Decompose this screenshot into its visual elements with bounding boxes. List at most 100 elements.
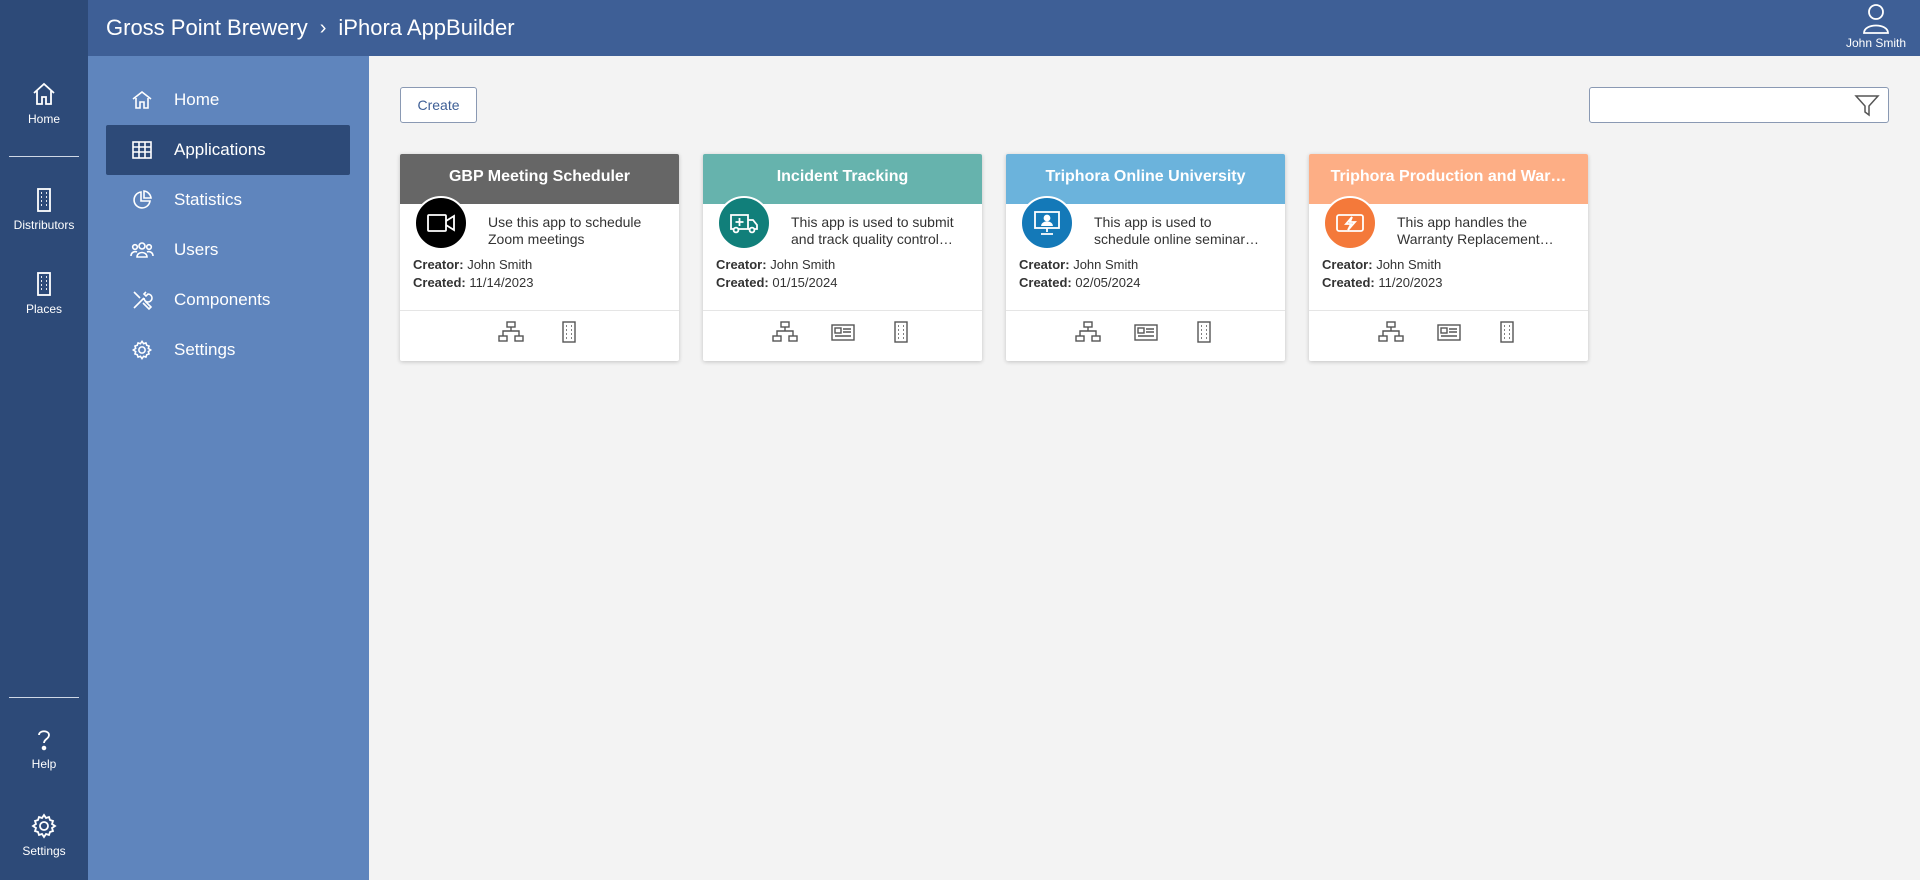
- network-icon[interactable]: [771, 320, 799, 344]
- nav-item-components[interactable]: Components: [106, 275, 350, 325]
- created-value: 01/15/2024: [772, 275, 838, 290]
- newspaper-icon[interactable]: [829, 320, 857, 344]
- nav-item-label: Statistics: [174, 190, 243, 209]
- nav-item-label: Applications: [174, 140, 266, 159]
- user-menu[interactable]: John Smith: [1840, 2, 1912, 52]
- network-icon[interactable]: [1074, 320, 1102, 344]
- nav-item-label: Components: [174, 290, 271, 309]
- nav-item-statistics[interactable]: Statistics: [106, 175, 350, 225]
- breadcrumb-org[interactable]: Gross Point Brewery: [106, 15, 308, 41]
- creator-value: John Smith: [1376, 257, 1442, 272]
- card-description: This app handles the Warranty Replacemen…: [1397, 214, 1575, 248]
- card-actions: [703, 320, 982, 346]
- created-label: Created:: [716, 275, 769, 290]
- nav-item-home[interactable]: Home: [106, 75, 350, 125]
- nav-item-label: Home: [174, 90, 220, 109]
- card-avatar: [1020, 196, 1074, 250]
- newspaper-icon[interactable]: [1132, 320, 1160, 344]
- video-camera-icon: [427, 214, 455, 232]
- building-icon: [37, 272, 51, 296]
- card-description-line: Zoom meetings: [488, 231, 585, 247]
- lightning-icon: [1336, 214, 1364, 232]
- building-icon[interactable]: [1190, 320, 1218, 344]
- home-icon: [132, 90, 152, 109]
- app-card[interactable]: GBP Meeting Scheduler Use this app to sc…: [400, 154, 679, 361]
- card-description-line: Warranty Replacement…: [1397, 231, 1554, 247]
- card-actions: [400, 320, 679, 346]
- breadcrumb: Gross Point Brewery › iPhora AppBuilder: [106, 15, 515, 41]
- monitor-user-icon: [1034, 211, 1060, 235]
- card-description-line: This app handles the: [1397, 214, 1527, 230]
- gear-icon: [131, 339, 153, 361]
- breadcrumb-app[interactable]: iPhora AppBuilder: [338, 15, 514, 41]
- card-avatar: [414, 196, 468, 250]
- app-card[interactable]: Incident Tracking This app is used to su…: [703, 154, 982, 361]
- card-description: This app is used to submit and track qua…: [791, 214, 969, 248]
- breadcrumb-separator: ›: [319, 16, 327, 39]
- top-header: Gross Point Brewery › iPhora AppBuilder …: [88, 0, 1920, 56]
- card-meta: Creator: John Smith Created: 02/05/2024: [1019, 256, 1140, 292]
- card-avatar: [1323, 196, 1377, 250]
- nav-item-label: Users: [174, 240, 219, 259]
- building-icon[interactable]: [887, 320, 915, 344]
- card-actions: [1006, 320, 1285, 346]
- rail-divider: [9, 156, 79, 157]
- rail-item-label: Help: [31, 757, 57, 771]
- rail-item-label: Home: [27, 112, 60, 126]
- card-actions: [1309, 320, 1588, 346]
- creator-value: John Smith: [1073, 257, 1139, 272]
- rail-item-settings[interactable]: Settings: [0, 812, 88, 860]
- rail-item-label: Places: [25, 302, 63, 316]
- rail-item-label: Settings: [22, 844, 66, 858]
- card-divider: [400, 310, 679, 311]
- creator-label: Creator:: [413, 257, 464, 272]
- creator-value: John Smith: [467, 257, 533, 272]
- card-description-line: schedule online seminar…: [1094, 231, 1259, 247]
- card-description-line: and track quality control…: [791, 231, 953, 247]
- search-input[interactable]: [1598, 94, 1848, 116]
- card-meta: Creator: John Smith Created: 11/20/2023: [1322, 256, 1442, 292]
- rail-item-places[interactable]: Places: [0, 270, 88, 318]
- tools-icon: [133, 291, 153, 311]
- rail-item-distributors[interactable]: Distributors: [0, 186, 88, 234]
- card-description: This app is used to schedule online semi…: [1094, 214, 1272, 248]
- user-name: John Smith: [1845, 36, 1907, 50]
- main-content: Create GBP Meeting Scheduler Use this ap…: [369, 56, 1920, 880]
- creator-label: Creator:: [1019, 257, 1070, 272]
- rail-item-help[interactable]: Help: [0, 725, 88, 773]
- gear-icon: [31, 813, 57, 839]
- card-divider: [1309, 310, 1588, 311]
- card-meta: Creator: John Smith Created: 11/14/2023: [413, 256, 533, 292]
- pie-chart-icon: [133, 190, 152, 209]
- create-button[interactable]: Create: [400, 87, 477, 123]
- rail-divider: [9, 697, 79, 698]
- creator-value: John Smith: [770, 257, 836, 272]
- created-label: Created:: [1322, 275, 1375, 290]
- card-divider: [1006, 310, 1285, 311]
- network-icon[interactable]: [1377, 320, 1405, 344]
- building-icon: [37, 188, 51, 212]
- building-icon[interactable]: [555, 320, 583, 344]
- creator-label: Creator:: [1322, 257, 1373, 272]
- card-divider: [703, 310, 982, 311]
- filter-icon[interactable]: [1854, 94, 1880, 118]
- user-icon: [1863, 4, 1889, 34]
- nav-item-applications[interactable]: Applications: [106, 125, 350, 175]
- created-value: 02/05/2024: [1075, 275, 1141, 290]
- created-value: 11/20/2023: [1378, 275, 1443, 290]
- creator-label: Creator:: [716, 257, 767, 272]
- newspaper-icon[interactable]: [1435, 320, 1463, 344]
- card-avatar: [717, 196, 771, 250]
- home-icon: [33, 82, 55, 105]
- app-card[interactable]: Triphora Online University This app is u…: [1006, 154, 1285, 361]
- app-card[interactable]: Triphora Production and War… This app ha…: [1309, 154, 1588, 361]
- rail-item-home[interactable]: Home: [0, 80, 88, 128]
- created-value: 11/14/2023: [469, 275, 534, 290]
- nav-item-settings[interactable]: Settings: [106, 325, 350, 375]
- nav-item-users[interactable]: Users: [106, 225, 350, 275]
- nav-item-label: Settings: [174, 340, 236, 359]
- card-description: Use this app to schedule Zoom meetings: [488, 214, 666, 248]
- network-icon[interactable]: [497, 320, 525, 344]
- building-icon[interactable]: [1493, 320, 1521, 344]
- card-description-line: Use this app to schedule: [488, 214, 642, 230]
